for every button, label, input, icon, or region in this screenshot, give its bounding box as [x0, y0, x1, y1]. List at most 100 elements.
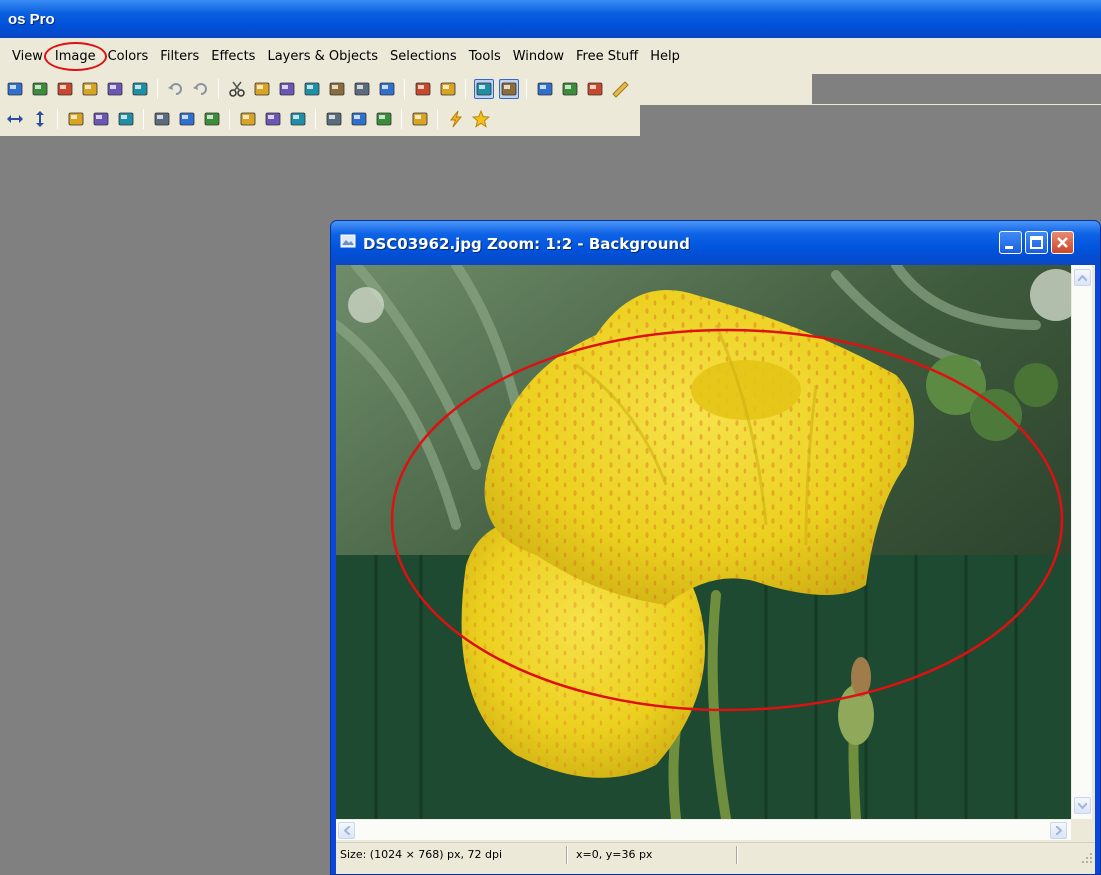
menu-help[interactable]: Help	[644, 45, 686, 68]
invert-button[interactable]	[66, 109, 86, 129]
vertical-scrollbar[interactable]	[1071, 265, 1092, 819]
status-divider	[736, 846, 738, 864]
paste-new-icon	[354, 82, 369, 96]
scroll-down-button[interactable]	[1074, 797, 1091, 814]
open-browser-button[interactable]	[413, 79, 433, 99]
star-icon	[471, 110, 490, 128]
star-button[interactable]	[471, 109, 491, 129]
toolbar-empty-area	[812, 74, 1101, 104]
stamp-button[interactable]	[410, 109, 430, 129]
frame-button[interactable]	[324, 109, 344, 129]
toolbar-separator	[157, 79, 158, 99]
document-window[interactable]: DSC03962.jpg Zoom: 1:2 - Background Size…	[330, 220, 1101, 875]
contrast-button[interactable]	[177, 109, 197, 129]
horizontal-scrollbar[interactable]	[336, 819, 1071, 840]
window-button[interactable]	[585, 79, 605, 99]
menu-image[interactable]: Image	[43, 41, 107, 71]
noise-icon	[351, 112, 366, 126]
paste-into-button[interactable]	[327, 79, 347, 99]
document-title: DSC03962.jpg Zoom: 1:2 - Background	[363, 235, 690, 253]
save-button[interactable]	[30, 79, 50, 99]
redo-button[interactable]	[191, 79, 211, 99]
menu-selections[interactable]: Selections	[384, 45, 463, 68]
maximize-button[interactable]	[1025, 231, 1048, 254]
copy-icon	[254, 82, 269, 96]
scroll-left-button[interactable]	[338, 822, 355, 839]
print-preview-icon	[107, 82, 122, 96]
scroll-right-button[interactable]	[1050, 822, 1067, 839]
red-eye-button[interactable]	[202, 109, 222, 129]
screen-capture-icon	[379, 82, 394, 96]
noise-button[interactable]	[349, 109, 369, 129]
flip-vertical-icon	[35, 111, 44, 127]
document-titlebar[interactable]: DSC03962.jpg Zoom: 1:2 - Background	[331, 221, 1100, 265]
new-button[interactable]	[5, 79, 25, 99]
scroll-up-button[interactable]	[1074, 269, 1091, 286]
open-browser-icon	[415, 82, 430, 96]
chevron-right-icon	[1055, 826, 1062, 835]
histogram-button[interactable]	[288, 109, 308, 129]
red-eye-icon	[204, 112, 219, 126]
image-file-icon	[340, 234, 356, 248]
grid-button[interactable]	[535, 79, 555, 99]
color-balance-button[interactable]	[91, 109, 111, 129]
print-preview-button[interactable]	[105, 79, 125, 99]
image-info-button[interactable]	[438, 79, 458, 99]
toolbar-separator	[315, 109, 316, 129]
toolbars	[0, 74, 1101, 136]
scan-button[interactable]	[130, 79, 150, 99]
histogram-icon	[290, 112, 305, 126]
menu-layers-objects[interactable]: Layers & Objects	[261, 45, 384, 68]
document-client: Size: (1024 × 768) px, 72 dpi x=0, y=36 …	[336, 265, 1095, 874]
copy-button[interactable]	[252, 79, 272, 99]
print-icon	[82, 82, 97, 96]
layers-icon	[501, 82, 516, 96]
undo-button[interactable]	[166, 79, 186, 99]
toolbar-separator	[465, 79, 466, 99]
image-canvas[interactable]	[336, 265, 1071, 819]
status-divider	[566, 846, 568, 864]
landscape-button[interactable]	[374, 109, 394, 129]
canvas-button[interactable]	[263, 109, 283, 129]
save-all-button[interactable]	[55, 79, 75, 99]
cut-button[interactable]	[227, 79, 247, 99]
close-button[interactable]	[1051, 231, 1074, 254]
paste-new-button[interactable]	[352, 79, 372, 99]
menu-free-stuff[interactable]: Free Stuff	[570, 45, 644, 68]
minimize-icon	[1005, 246, 1013, 249]
save-all-icon	[57, 82, 72, 96]
brightness-button[interactable]	[152, 109, 172, 129]
toolbar-standard	[2, 75, 632, 103]
toolbar-empty-area-2	[640, 105, 1101, 136]
flip-horizontal-button[interactable]	[5, 109, 25, 129]
menu-colors[interactable]: Colors	[102, 45, 155, 68]
print-button[interactable]	[80, 79, 100, 99]
menu-filters[interactable]: Filters	[154, 45, 205, 68]
navigator-button[interactable]	[560, 79, 580, 99]
minimize-button[interactable]	[999, 231, 1022, 254]
menu-effects[interactable]: Effects	[205, 45, 261, 68]
resize-grip-icon[interactable]	[1081, 852, 1093, 864]
tools-button[interactable]	[473, 79, 494, 99]
resize-button[interactable]	[238, 109, 258, 129]
toolbar-image	[2, 105, 493, 133]
layers-button[interactable]	[498, 79, 519, 99]
hue-button[interactable]	[116, 109, 136, 129]
canvas-icon	[265, 112, 280, 126]
menu-view[interactable]: View	[6, 45, 49, 68]
menu-window[interactable]: Window	[507, 45, 570, 68]
window-icon	[587, 82, 602, 96]
maximize-icon	[1030, 236, 1043, 249]
image-info-icon	[440, 82, 455, 96]
cut-icon	[228, 81, 245, 97]
ruler-button[interactable]	[610, 79, 630, 99]
resize-icon	[240, 112, 255, 126]
screen-capture-button[interactable]	[377, 79, 397, 99]
paste-button[interactable]	[302, 79, 322, 99]
flip-vertical-button[interactable]	[30, 109, 50, 129]
scrollbar-corner	[1071, 819, 1092, 840]
menu-tools[interactable]: Tools	[463, 45, 507, 68]
lightning-button[interactable]	[446, 109, 466, 129]
copy-merged-button[interactable]	[277, 79, 297, 99]
flip-horizontal-icon	[6, 115, 23, 123]
